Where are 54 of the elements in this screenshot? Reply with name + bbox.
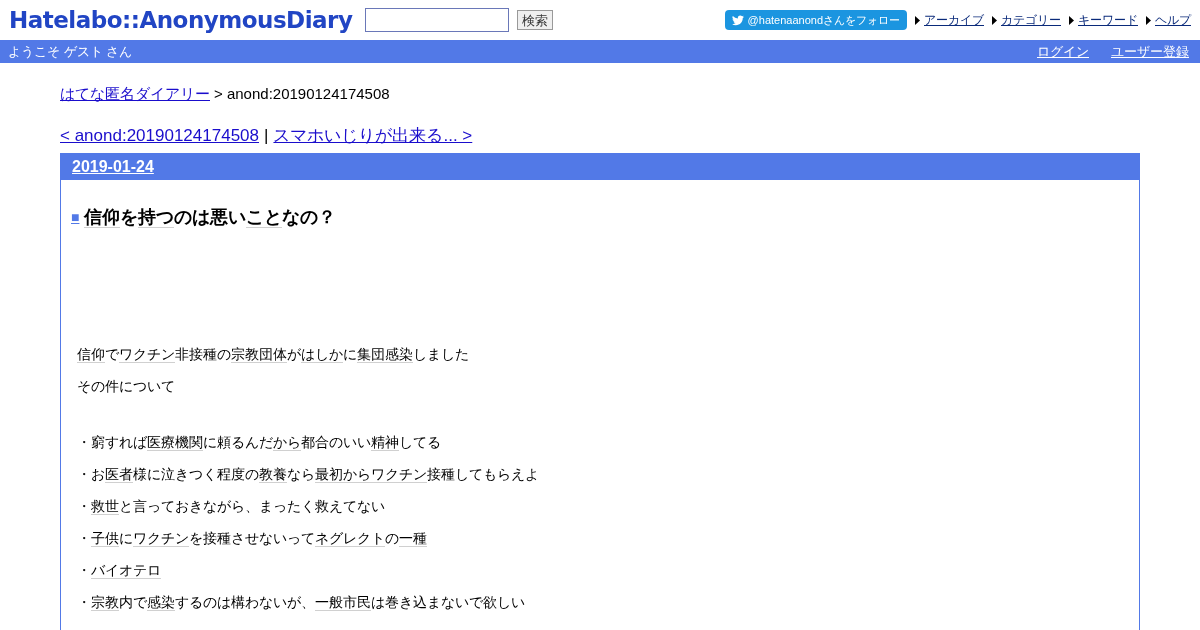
chevron-icon xyxy=(1069,15,1075,25)
chevron-icon xyxy=(992,15,998,25)
body-paragraph: ・救世と言っておきながら、まったく救えてない xyxy=(77,498,386,515)
body-paragraph: ・窮すれば医療機関に頼るんだから都合のいい精神 してる xyxy=(77,434,442,451)
entry-title: 信仰を持つのは悪いことなの？ xyxy=(84,206,337,230)
keyword-link[interactable]: 医者 xyxy=(105,466,133,483)
keyword-link[interactable]: 信仰 xyxy=(84,207,121,228)
entry-permalink[interactable]: ■ xyxy=(71,207,80,228)
pager-separator: | xyxy=(264,124,269,147)
nav-link[interactable]: キーワード xyxy=(1078,11,1138,29)
body-paragraph: その件について xyxy=(77,378,176,395)
nav-link[interactable]: カテゴリー xyxy=(1001,11,1061,29)
keyword-link[interactable]: 感染 xyxy=(147,594,175,611)
keyword-link[interactable]: 宗教 xyxy=(91,594,119,611)
keyword-link[interactable]: 一種 xyxy=(399,530,427,547)
chevron-icon xyxy=(915,15,921,25)
user-link[interactable]: ユーザー登録 xyxy=(1111,41,1189,62)
search-field[interactable] xyxy=(365,8,510,32)
keyword-link[interactable]: 救世 xyxy=(91,498,119,515)
body-paragraph: ・子供に ワクチンを接種させないって ネグレクトの一種 xyxy=(77,530,428,547)
keyword-link[interactable]: 持つ xyxy=(138,207,175,228)
keyword-link[interactable]: ワクチン xyxy=(119,346,175,363)
keyword-link[interactable]: 宗教団体 xyxy=(231,346,287,363)
breadcrumb-current: > anond:20190124174508 xyxy=(214,84,390,104)
keyword-link[interactable]: 精神 xyxy=(371,434,399,451)
user-link[interactable]: ログイン xyxy=(1037,41,1089,62)
next-link[interactable]: スマホいじりが出来る... > xyxy=(273,122,473,148)
nav-link[interactable]: アーカイブ xyxy=(924,11,984,29)
keyword-link[interactable]: 集団感染 xyxy=(357,346,413,363)
keyword-link[interactable]: 信仰 xyxy=(77,346,105,363)
bird-icon xyxy=(731,14,744,26)
nav-link[interactable]: ヘルプ xyxy=(1155,11,1191,29)
keyword-link[interactable]: 子供 xyxy=(91,530,119,547)
keyword-link[interactable]: 一般市民 xyxy=(315,594,371,611)
keyword-link[interactable]: 教養 xyxy=(259,466,287,483)
keyword-link[interactable]: はしか xyxy=(301,346,343,363)
body-paragraph: ・お医者様に泣きつく程度の教養なら最初からワクチン接種してもらえよ xyxy=(77,466,540,483)
keyword-link[interactable]: ワクチン xyxy=(133,530,189,547)
keyword-link[interactable]: バイオテロ xyxy=(91,562,161,579)
date-link[interactable]: 2019-01-24 xyxy=(72,155,154,179)
keyword-link[interactable]: 医療機関 xyxy=(147,434,203,451)
prev-link[interactable]: < anond:20190124174508 xyxy=(60,122,259,148)
search-button[interactable]: 検索 xyxy=(517,10,554,30)
chevron-icon xyxy=(1146,15,1152,25)
body-paragraph: ・バイオテロ xyxy=(77,562,162,579)
welcome-text: ようこそ ゲスト さん xyxy=(8,42,133,61)
body-paragraph: ・宗教内で感染するのは構わないが、一般市民は巻き込まないで欲しい xyxy=(77,594,526,611)
breadcrumb-link[interactable]: はてな匿名ダイアリー xyxy=(60,83,210,106)
site-logo[interactable]: Hatelabo::AnonymousDiary xyxy=(9,2,353,38)
body-paragraph: 信仰でワクチン非接種の宗教団体がはしかに集団感染 しました xyxy=(77,346,470,363)
keyword-link[interactable]: から xyxy=(273,434,301,451)
keyword-link[interactable]: ネグレクト xyxy=(315,530,385,547)
keyword-link[interactable]: こと xyxy=(246,207,283,228)
keyword-link[interactable]: 最初からワクチン xyxy=(315,466,427,483)
